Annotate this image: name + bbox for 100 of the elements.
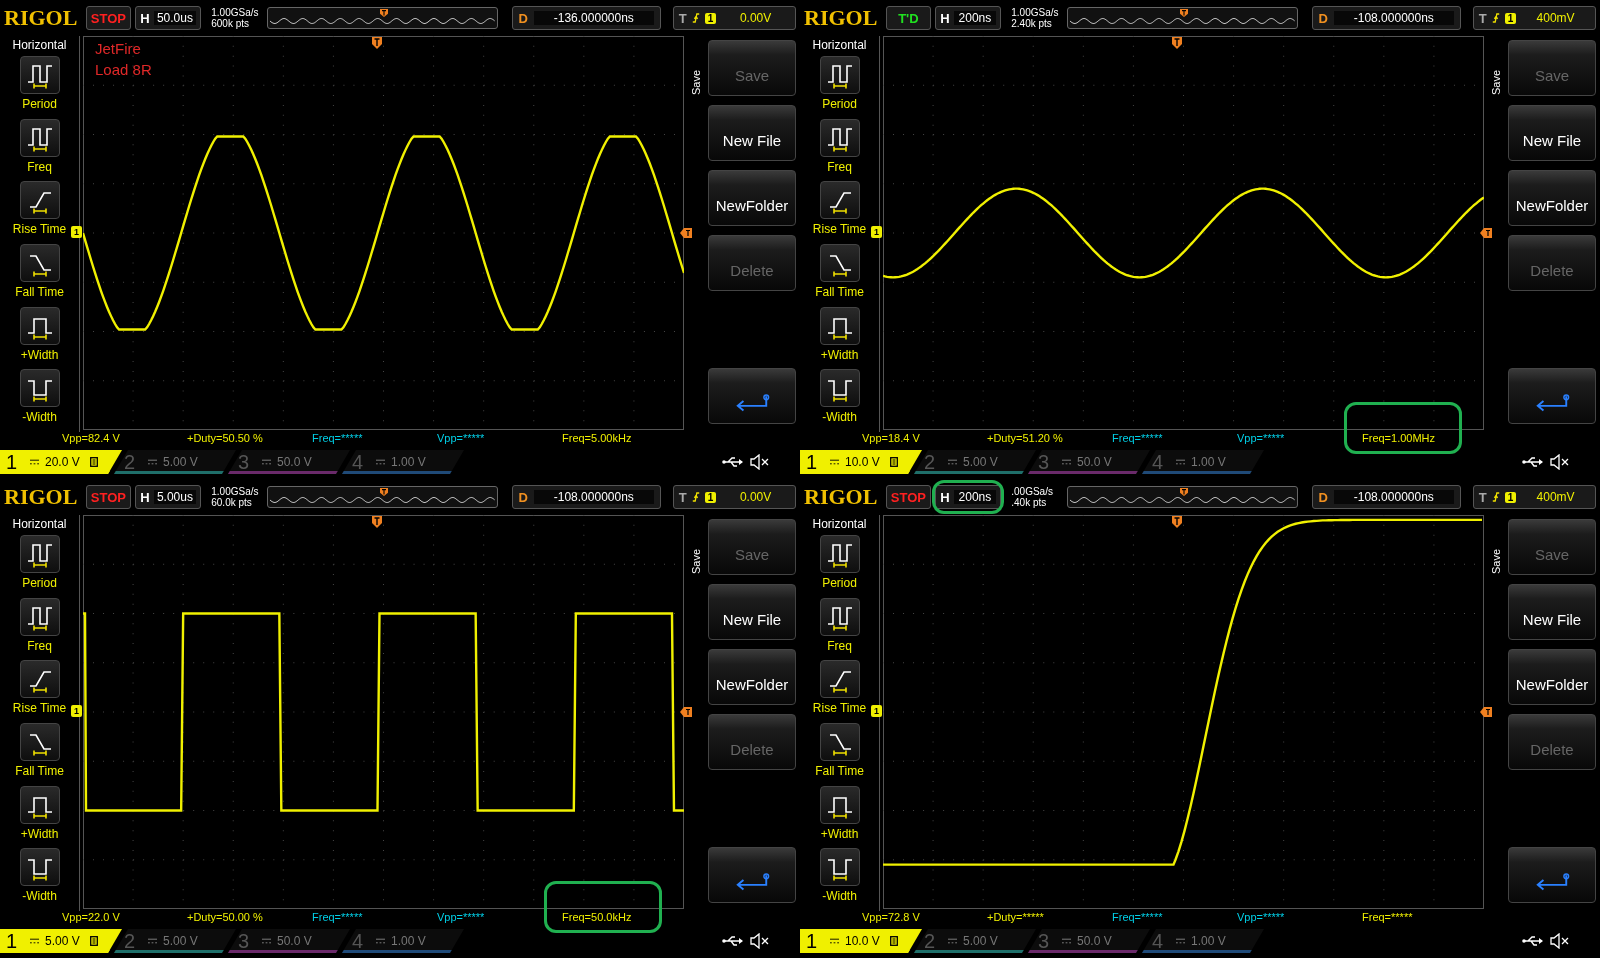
timebase-box[interactable]: H 5.00us	[135, 485, 202, 509]
measurement-value: Freq=*****	[1112, 911, 1163, 923]
usb-icon	[722, 935, 744, 947]
trigger-box[interactable]: T 1 400mV	[1472, 485, 1596, 509]
measure-label: -Width	[22, 410, 57, 425]
measure-button[interactable]	[19, 785, 60, 824]
measure-button[interactable]	[19, 181, 60, 220]
channel-tab[interactable]: 1 20.0 V	[0, 450, 122, 474]
menu-button[interactable]: New File	[708, 105, 796, 161]
channel-scale: 50.0 V	[1077, 455, 1112, 469]
timebase-box[interactable]: H 200ns	[935, 485, 1002, 509]
dc-coupling-icon	[948, 459, 957, 465]
measure-button[interactable]	[19, 535, 60, 573]
measure-button[interactable]	[19, 244, 60, 282]
delay-label: D	[1318, 10, 1328, 26]
measure-button[interactable]	[819, 306, 860, 345]
measure-button[interactable]	[819, 118, 860, 157]
trigger-level-marker-icon	[680, 228, 692, 238]
delay-box[interactable]: D -108.000000ns	[511, 485, 661, 509]
menu-button[interactable]: New File	[1508, 105, 1596, 161]
timebase-label: H	[940, 10, 950, 26]
timebase-value: 50.0us	[153, 11, 197, 25]
channel-tab[interactable]: 1 10.0 V	[800, 450, 922, 474]
channel-tab[interactable]: 4 1.00 V	[1142, 929, 1264, 953]
measure-button[interactable]	[819, 660, 860, 699]
measurement-value: +Duty=50.50 %	[187, 432, 263, 444]
measurement-value: Freq=50.0kHz	[562, 911, 632, 923]
menu-button[interactable]: NewFolder	[708, 170, 796, 226]
channel-number: 1	[806, 929, 819, 953]
run-status-button[interactable]: STOP	[85, 6, 132, 30]
run-status-button[interactable]: T'D	[885, 6, 932, 30]
menu-button[interactable]: NewFolder	[1508, 170, 1596, 226]
return-button[interactable]	[708, 368, 796, 424]
channel-tab[interactable]: 3 50.0 V	[1028, 450, 1150, 474]
measure-button[interactable]	[19, 118, 60, 157]
channel-number: 4	[1152, 450, 1165, 474]
channel-scale: 1.00 V	[1191, 455, 1226, 469]
return-button[interactable]	[1508, 368, 1596, 424]
measure-button[interactable]	[819, 369, 860, 408]
menu-button[interactable]: New File	[1508, 584, 1596, 640]
measure-button[interactable]	[19, 369, 60, 408]
channel-tab[interactable]: 4 1.00 V	[1142, 450, 1264, 474]
return-button[interactable]	[1508, 847, 1596, 903]
trigger-level: 400mV	[1535, 490, 1576, 504]
measure-button[interactable]	[819, 848, 860, 887]
measure-button[interactable]	[819, 723, 860, 761]
usb-icon	[1522, 456, 1544, 468]
channel-tab[interactable]: 2 5.00 V	[914, 929, 1036, 953]
timebase-box[interactable]: H 50.0us	[135, 6, 202, 30]
sample-rate: 1.00GSa/s	[1011, 7, 1060, 18]
dc-coupling-icon	[376, 459, 385, 465]
run-status-button[interactable]: STOP	[885, 485, 932, 509]
measurement-value: Vpp=*****	[437, 911, 485, 923]
return-button[interactable]	[708, 847, 796, 903]
trigger-box[interactable]: T 1 0.00V	[672, 485, 796, 509]
channel-tab[interactable]: 1 10.0 V	[800, 929, 922, 953]
trigger-box[interactable]: T 1 400mV	[1472, 6, 1596, 30]
measure-label: Rise Time	[12, 222, 67, 237]
measure-button[interactable]	[819, 597, 860, 636]
channel-tab[interactable]: 3 50.0 V	[1028, 929, 1150, 953]
menu-button[interactable]: NewFolder	[708, 649, 796, 705]
trigger-box[interactable]: T 1 0.00V	[672, 6, 796, 30]
channel-tab[interactable]: 1 5.00 V	[0, 929, 122, 953]
delay-value: -136.000000ns	[533, 11, 654, 25]
trigger-label: T	[1478, 489, 1487, 505]
measure-button[interactable]	[819, 535, 860, 573]
measure-button[interactable]	[19, 848, 60, 887]
channel-scale: 50.0 V	[277, 455, 312, 469]
measure-button[interactable]	[819, 181, 860, 220]
channel-tab[interactable]: 4 1.00 V	[342, 929, 464, 953]
channel-scale: 1.00 V	[391, 455, 426, 469]
channel-tab[interactable]: 3 50.0 V	[228, 450, 350, 474]
measure-button[interactable]	[19, 597, 60, 636]
measure-button[interactable]	[819, 56, 860, 94]
timebase-box[interactable]: H 200ns	[935, 6, 1002, 30]
dc-coupling-icon	[262, 938, 271, 944]
trigger-label: T	[678, 10, 687, 26]
menu-title: Horizontal	[812, 38, 867, 52]
channel-tab[interactable]: 2 5.00 V	[114, 450, 236, 474]
measure-button[interactable]	[19, 723, 60, 761]
delay-box[interactable]: D -136.000000ns	[511, 6, 661, 30]
measure-button[interactable]	[19, 306, 60, 345]
measure-button[interactable]	[819, 244, 860, 282]
rising-edge-icon	[691, 491, 700, 503]
measure-button[interactable]	[19, 660, 60, 699]
channel-number: 2	[924, 450, 937, 474]
channel-tab[interactable]: 4 1.00 V	[342, 450, 464, 474]
measure-button[interactable]	[819, 785, 860, 824]
delay-box[interactable]: D -108.000000ns	[1311, 6, 1461, 30]
channel-tab[interactable]: 2 5.00 V	[914, 450, 1036, 474]
channel-tab[interactable]: 2 5.00 V	[114, 929, 236, 953]
measure-label: Period	[822, 97, 857, 111]
menu-button[interactable]: New File	[708, 584, 796, 640]
run-status-button[interactable]: STOP	[85, 485, 132, 509]
trigger-level: 0.00V	[738, 490, 773, 504]
delay-box[interactable]: D -108.000000ns	[1311, 485, 1461, 509]
channel-tab[interactable]: 3 50.0 V	[228, 929, 350, 953]
measure-button[interactable]	[19, 56, 60, 94]
menu-button[interactable]: NewFolder	[1508, 649, 1596, 705]
measurement-value: Freq=*****	[1362, 911, 1413, 923]
